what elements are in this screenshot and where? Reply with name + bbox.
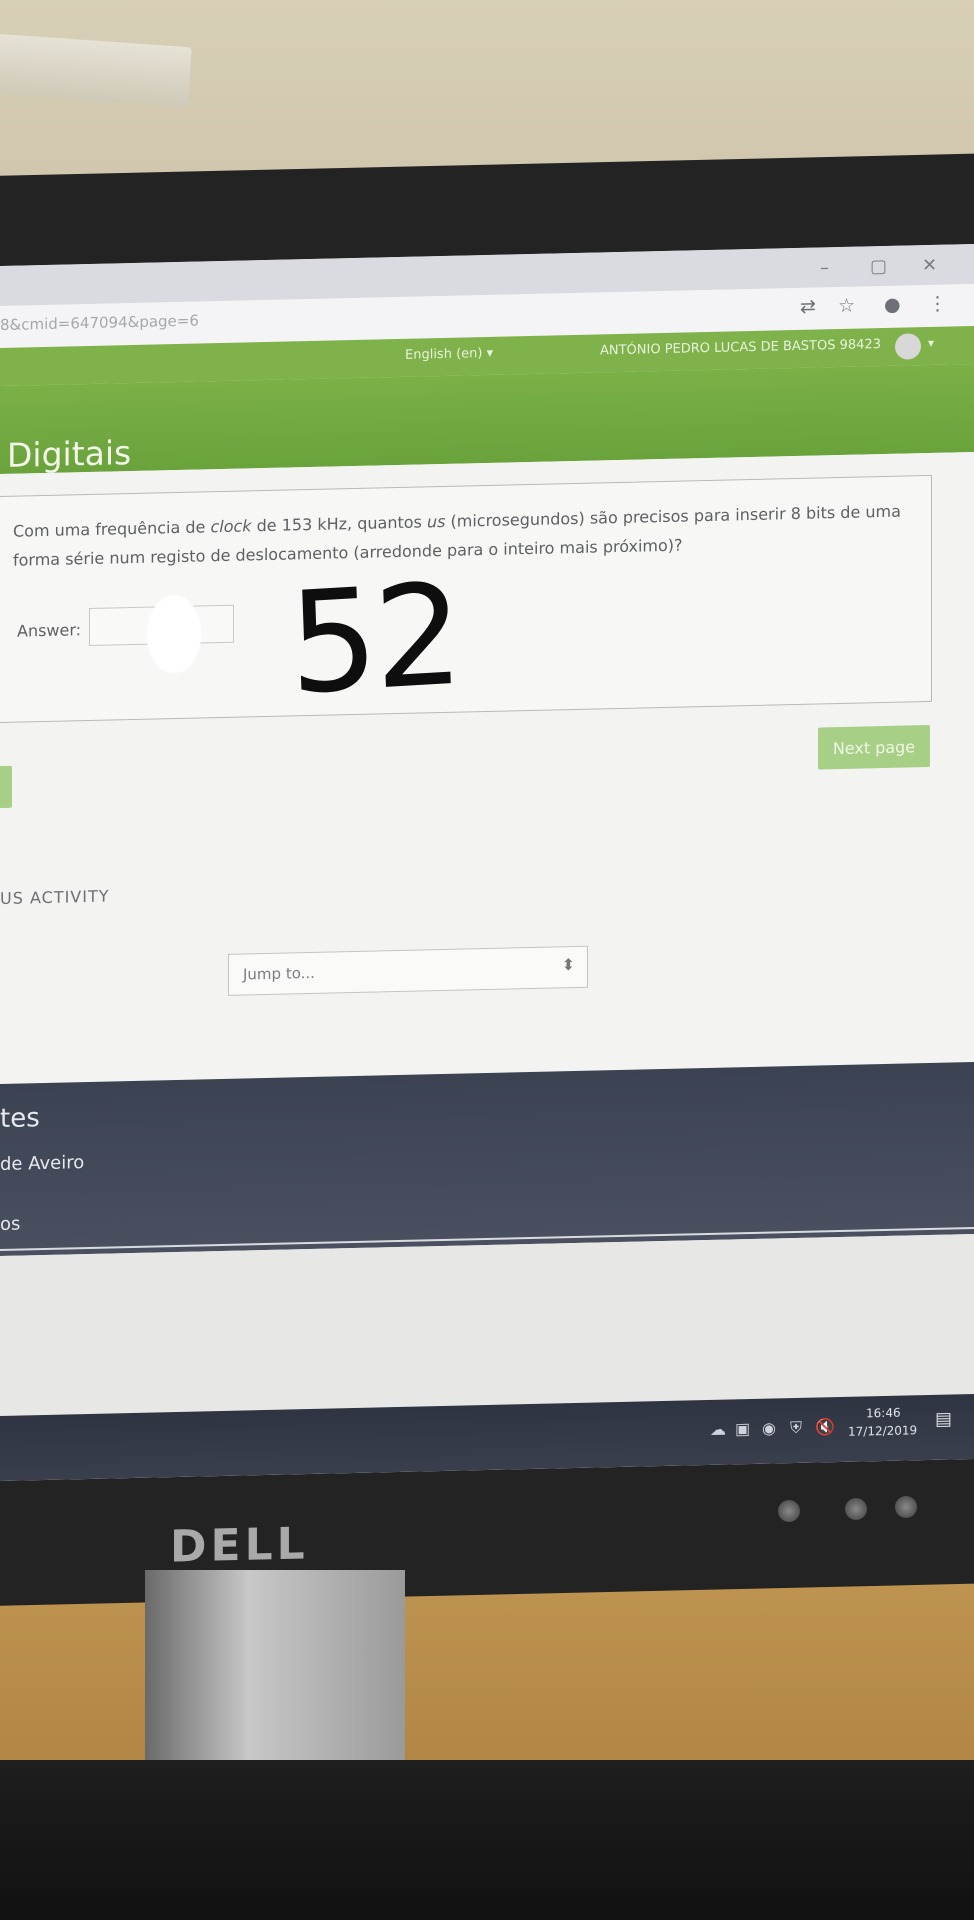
taskbar-clock-date[interactable]: 17/12/2019 bbox=[848, 1423, 917, 1439]
user-menu[interactable]: ANTÓNIO PEDRO LUCAS DE BASTOS 98423 bbox=[600, 337, 881, 358]
handwritten-answer: 52 bbox=[286, 553, 462, 727]
url-text[interactable]: 8&cmid=647094&page=6 bbox=[0, 312, 199, 335]
monitor-button[interactable] bbox=[778, 1500, 800, 1522]
tray-app-icon[interactable]: ◉ bbox=[762, 1418, 776, 1437]
menu-icon[interactable]: ⋮ bbox=[928, 293, 947, 315]
monitor-button[interactable] bbox=[895, 1496, 917, 1518]
security-icon[interactable]: ⛨ bbox=[790, 1418, 802, 1438]
monitor-brand-logo: DELL bbox=[170, 1518, 309, 1573]
jump-to-select[interactable]: Jump to... ⬍ bbox=[228, 945, 588, 996]
question-text: Com uma frequência de clock de 153 kHz, … bbox=[13, 496, 913, 574]
footer-link[interactable]: de Aveiro bbox=[0, 1152, 84, 1175]
avatar[interactable] bbox=[895, 333, 921, 360]
question-text-unit: us bbox=[426, 511, 446, 532]
translate-icon[interactable]: ⇄ bbox=[800, 296, 816, 318]
page-footer: tes de Aveiro os bbox=[0, 1061, 974, 1257]
language-selector[interactable]: English (en) ▾ bbox=[405, 346, 493, 363]
monitor-screen: – ▢ ✕ 8&cmid=647094&page=6 ⇄ ☆ ● ⋮ Engli… bbox=[0, 243, 974, 1482]
previous-activity-link[interactable]: US ACTIVITY bbox=[0, 887, 110, 908]
page-bottom bbox=[0, 1233, 974, 1417]
question-text-clock: clock bbox=[210, 516, 252, 537]
speaker-muted-icon[interactable]: 🔇 bbox=[815, 1417, 835, 1436]
network-app-icon[interactable]: ▣ bbox=[735, 1419, 750, 1438]
notification-icon[interactable]: ▤ bbox=[935, 1408, 952, 1429]
answer-label: Answer: bbox=[17, 620, 82, 641]
previous-page-button[interactable] bbox=[0, 765, 12, 809]
footer-link[interactable]: os bbox=[0, 1214, 20, 1235]
monitor-button[interactable] bbox=[845, 1498, 867, 1520]
maximize-button[interactable]: ▢ bbox=[870, 256, 887, 277]
page-title: Digitais bbox=[7, 433, 132, 475]
cloud-icon[interactable]: ☁ bbox=[710, 1420, 726, 1439]
finger-smudge bbox=[147, 594, 201, 674]
select-arrows-icon: ⬍ bbox=[561, 955, 575, 975]
chevron-down-icon[interactable]: ▾ bbox=[928, 336, 934, 350]
minimize-button[interactable]: – bbox=[820, 257, 829, 278]
taskbar-clock-time[interactable]: 16:46 bbox=[866, 1406, 901, 1421]
footer-heading: tes bbox=[0, 1103, 40, 1135]
monitor-base bbox=[0, 1760, 974, 1920]
close-button[interactable]: ✕ bbox=[922, 255, 937, 276]
profile-icon[interactable]: ● bbox=[884, 294, 901, 316]
question-text-part: de 153 kHz, quantos bbox=[251, 512, 427, 536]
jump-to-value: Jump to... bbox=[243, 963, 315, 984]
question-box: Com uma frequência de clock de 153 kHz, … bbox=[0, 474, 932, 726]
main-content: Com uma frequência de clock de 153 kHz, … bbox=[0, 451, 974, 1085]
question-text-part: Com uma frequência de bbox=[13, 517, 211, 541]
star-icon[interactable]: ☆ bbox=[838, 295, 855, 317]
next-page-button[interactable]: Next page bbox=[818, 724, 930, 770]
